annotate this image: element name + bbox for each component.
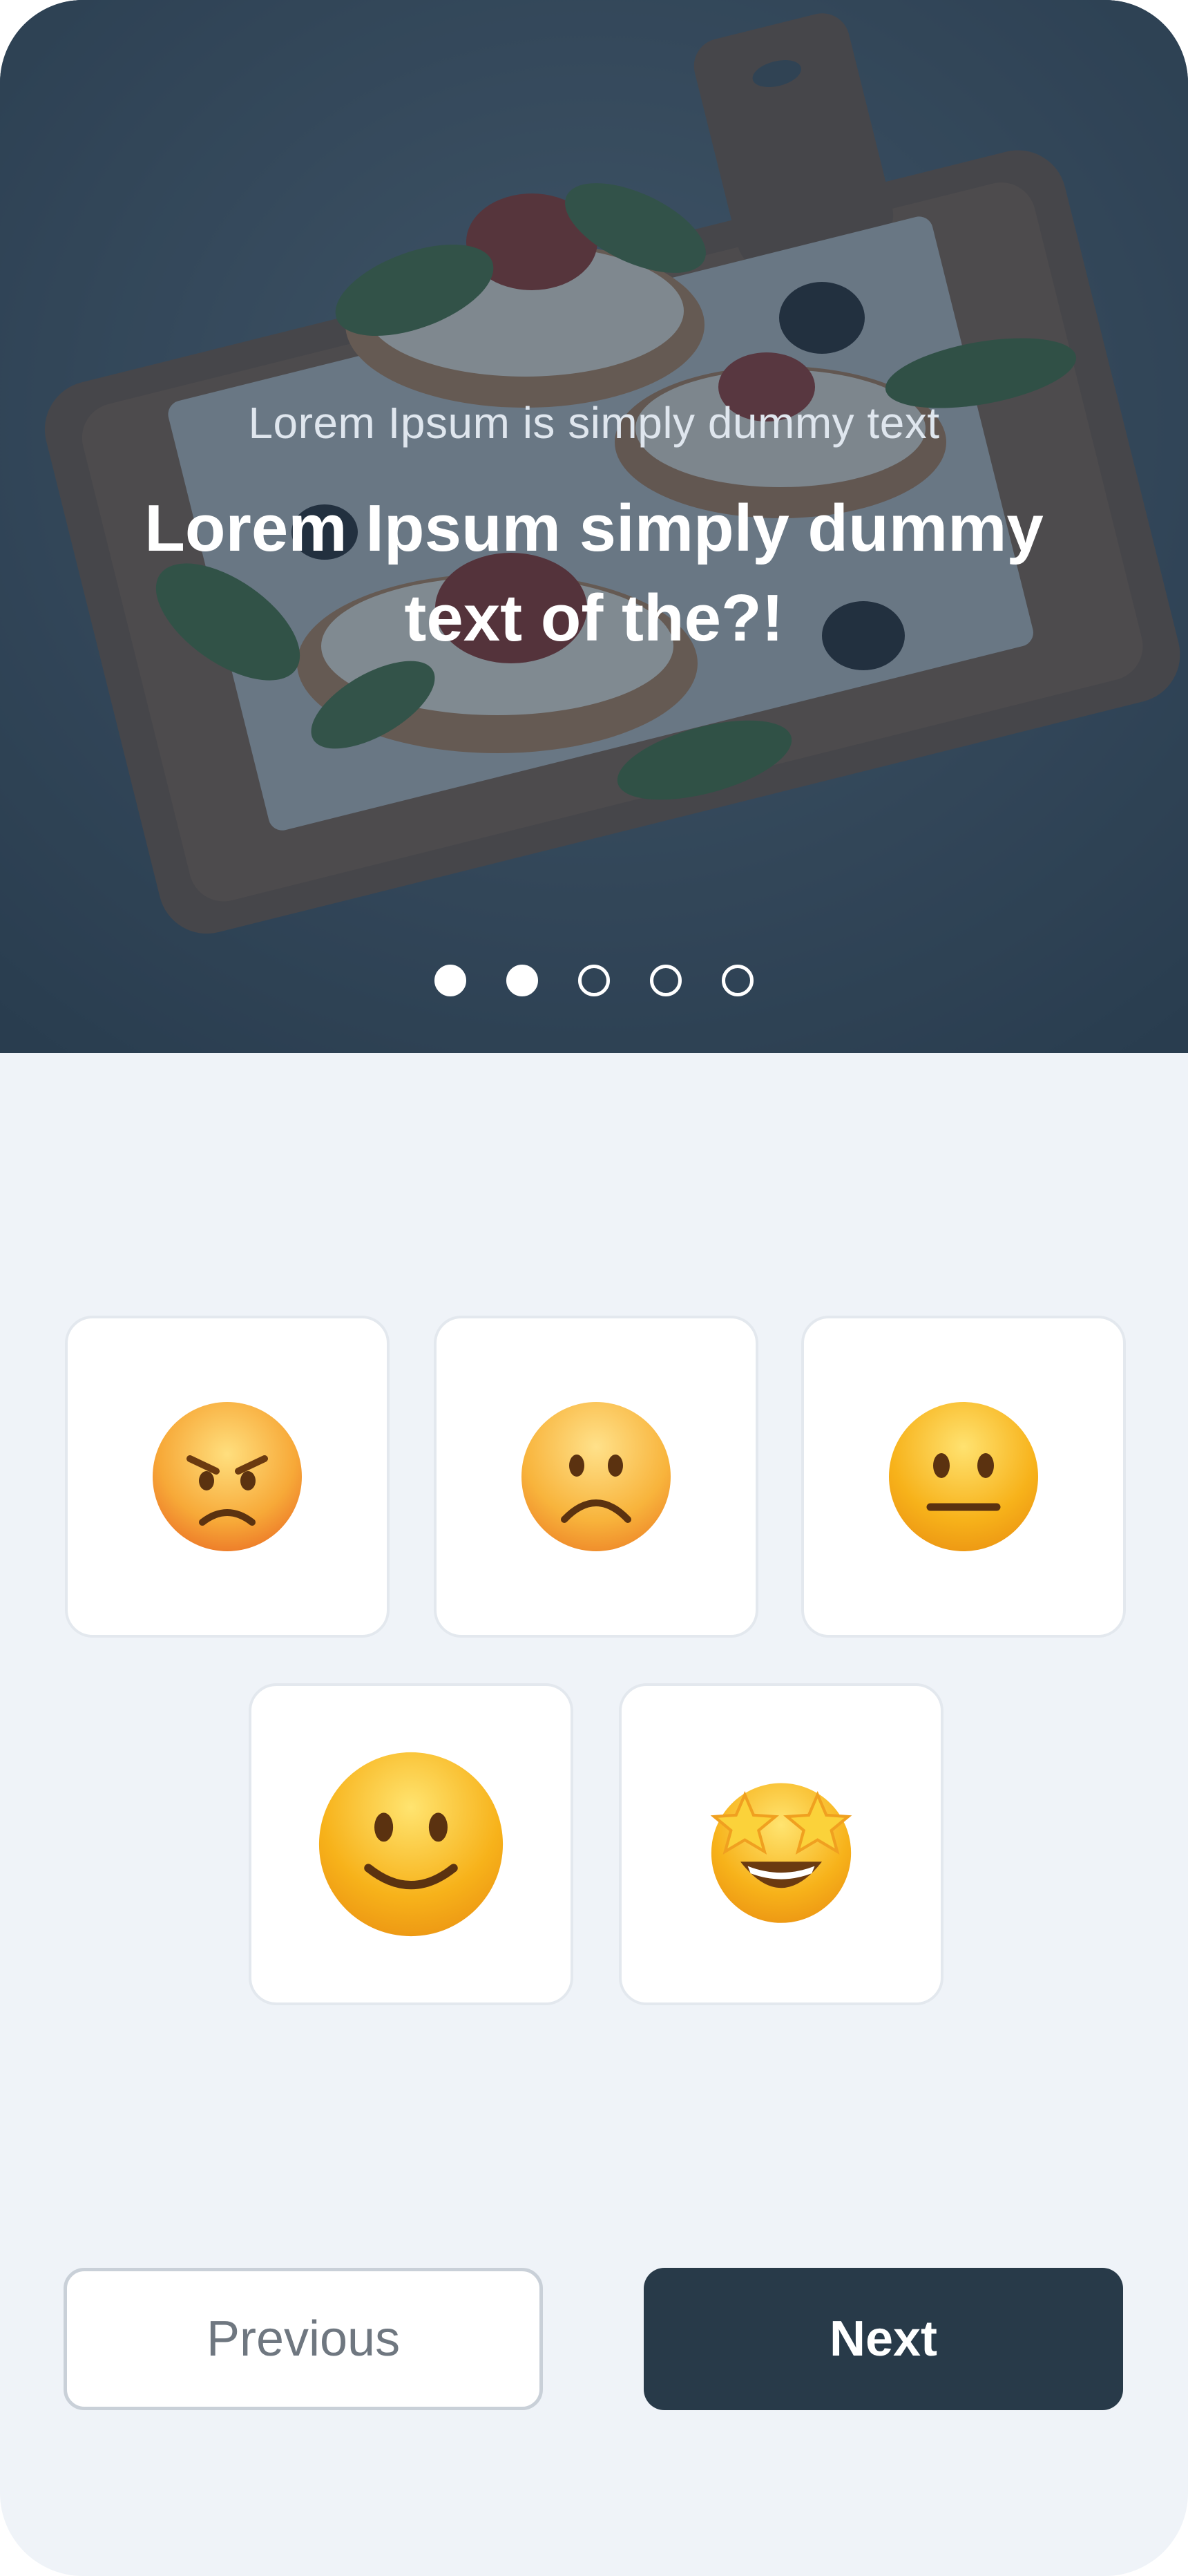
page-dot-4[interactable] bbox=[650, 965, 682, 996]
hero-banner: Lorem Ipsum is simply dummy text Lorem I… bbox=[0, 0, 1188, 1053]
page-indicator bbox=[0, 965, 1188, 996]
angry-face-icon bbox=[153, 1402, 302, 1551]
previous-button[interactable]: Previous bbox=[64, 2268, 543, 2410]
neutral-face-icon bbox=[889, 1402, 1038, 1551]
rating-option-happy[interactable] bbox=[249, 1683, 573, 2005]
next-button[interactable]: Next bbox=[644, 2268, 1123, 2410]
frowning-face-icon bbox=[521, 1402, 671, 1551]
screen: Lorem Ipsum is simply dummy text Lorem I… bbox=[0, 0, 1188, 2576]
rating-option-excited[interactable] bbox=[619, 1683, 943, 2005]
hero-subtitle: Lorem Ipsum is simply dummy text bbox=[248, 398, 940, 448]
rating-option-neutral[interactable] bbox=[801, 1316, 1126, 1638]
hero-title: Lorem Ipsum simply dummy text of the?! bbox=[144, 491, 1044, 655]
slightly-smiling-face-icon bbox=[318, 1752, 504, 1937]
rating-option-angry[interactable] bbox=[65, 1316, 390, 1638]
star-struck-face-icon bbox=[710, 1783, 852, 1923]
page-dot-1[interactable] bbox=[434, 965, 466, 996]
page-dot-5[interactable] bbox=[722, 965, 754, 996]
rating-option-sad[interactable] bbox=[434, 1316, 758, 1638]
page-dot-3[interactable] bbox=[578, 965, 610, 996]
page-dot-2[interactable] bbox=[506, 965, 538, 996]
